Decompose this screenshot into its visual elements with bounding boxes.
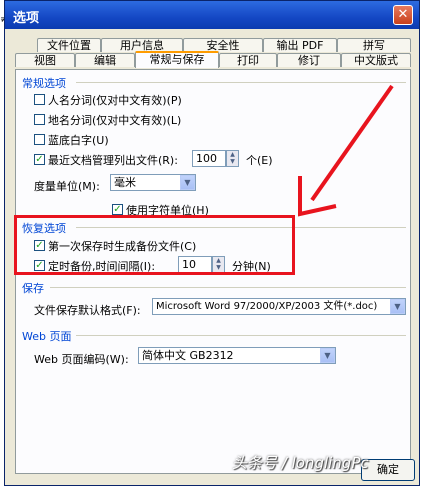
annotation-arrow-icon — [298, 84, 394, 217]
tab-general-save[interactable]: 常规与保存 — [135, 51, 219, 68]
watermark-text: 头条号 / longlingPc — [232, 454, 369, 472]
